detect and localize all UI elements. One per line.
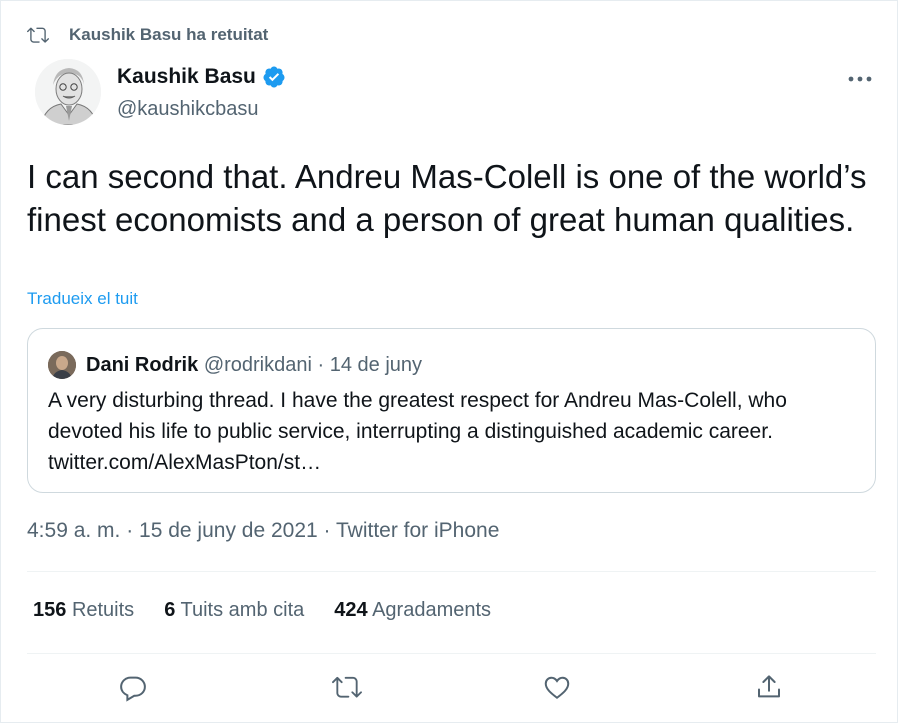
translate-tweet-link[interactable]: Tradueix el tuit: [27, 289, 138, 309]
author-name[interactable]: Kaushik Basu: [117, 65, 286, 89]
quoted-author-handle[interactable]: @rodrikdani: [204, 354, 312, 376]
quoted-header: Dani Rodrik @rodrikdani · 14 de juny: [86, 351, 422, 379]
share-button[interactable]: [749, 667, 789, 707]
author-handle[interactable]: @kaushikcbasu: [117, 98, 258, 121]
more-icon: [848, 76, 872, 82]
avatar[interactable]: [35, 59, 101, 125]
action-bar: [1, 667, 899, 707]
tweet-card: Kaushik Basu ha retuitat Kaushik Basu @k…: [0, 0, 898, 723]
quoted-tweet-text: A very disturbing thread. I have the gre…: [48, 389, 787, 474]
engagement-stats: 156 Retuits 6 Tuits amb cita 424 Agradam…: [33, 599, 521, 622]
verified-badge-icon: [263, 66, 285, 88]
quoted-author-name[interactable]: Dani Rodrik: [86, 354, 198, 376]
reply-button[interactable]: [113, 667, 153, 707]
like-button[interactable]: [537, 667, 577, 707]
divider: [27, 571, 876, 572]
quoted-separator: ·: [311, 354, 330, 376]
share-icon: [758, 675, 780, 698]
stat-quote-tweets[interactable]: 6 Tuits amb cita: [164, 599, 304, 622]
reply-icon: [120, 676, 146, 702]
retweet-icon: [27, 27, 49, 43]
tweet-timestamp[interactable]: 4:59 a. m. · 15 de juny de 2021 · Twitte…: [27, 519, 499, 543]
heart-icon: [544, 676, 570, 700]
retweet-icon: [332, 676, 362, 698]
quoted-tweet[interactable]: Dani Rodrik @rodrikdani · 14 de juny A v…: [27, 328, 876, 493]
retweet-button[interactable]: [327, 667, 367, 707]
tweet-text: I can second that. Andreu Mas-Colell is …: [27, 158, 867, 238]
quoted-date[interactable]: 14 de juny: [330, 354, 422, 376]
divider: [27, 653, 876, 654]
stat-likes[interactable]: 424 Agradaments: [334, 599, 491, 622]
avatar-sketch: [35, 59, 101, 125]
more-options-button[interactable]: [841, 65, 879, 93]
quoted-avatar: [48, 351, 76, 379]
quoted-avatar-photo: [48, 351, 76, 379]
stat-retweets[interactable]: 156 Retuits: [33, 599, 134, 622]
retweet-context[interactable]: Kaushik Basu ha retuitat: [27, 23, 268, 47]
retweet-context-text: Kaushik Basu ha retuitat: [69, 25, 269, 44]
